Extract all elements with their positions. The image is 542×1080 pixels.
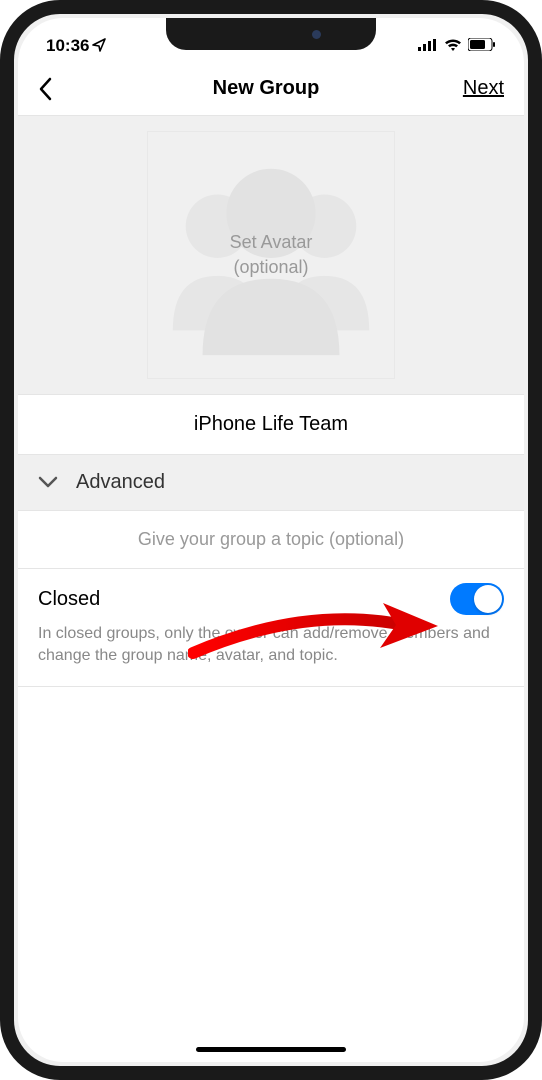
closed-section: Closed In closed groups, only the owner …: [18, 569, 524, 687]
back-button[interactable]: [38, 69, 78, 109]
group-name-input[interactable]: iPhone Life Team: [18, 394, 524, 455]
next-button[interactable]: Next: [454, 77, 504, 100]
page-title: New Group: [78, 77, 454, 100]
avatar-picker[interactable]: Set Avatar (optional): [18, 116, 524, 394]
closed-label: Closed: [38, 588, 100, 611]
topic-input[interactable]: Give your group a topic (optional): [18, 511, 524, 569]
advanced-label: Advanced: [76, 471, 165, 494]
battery-icon: [468, 36, 496, 56]
status-time: 10:36: [46, 36, 89, 56]
wifi-icon: [444, 36, 462, 56]
cellular-icon: [418, 36, 438, 56]
closed-toggle[interactable]: [450, 583, 504, 615]
advanced-toggle-row[interactable]: Advanced: [18, 455, 524, 511]
chevron-down-icon: [38, 471, 58, 494]
nav-bar: New Group Next: [18, 62, 524, 116]
avatar-label-line2: (optional): [230, 255, 313, 280]
avatar-label-line1: Set Avatar: [230, 230, 313, 255]
home-indicator[interactable]: [196, 1047, 346, 1052]
location-icon: [92, 38, 106, 55]
closed-description: In closed groups, only the owner can add…: [38, 623, 504, 668]
